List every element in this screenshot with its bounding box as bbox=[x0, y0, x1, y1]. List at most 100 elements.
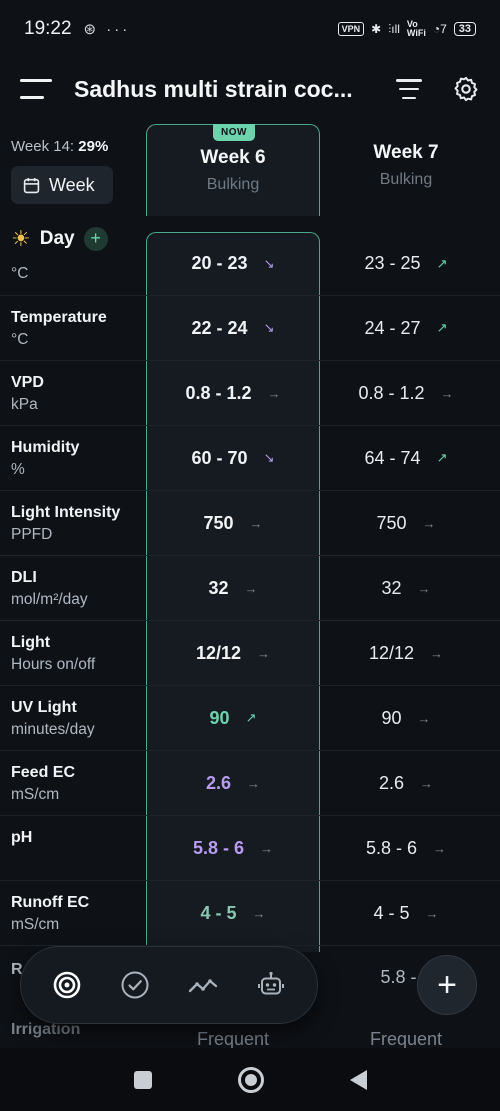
target-icon bbox=[53, 971, 81, 999]
row-unit: °C bbox=[11, 331, 29, 348]
arrow-right-icon: → bbox=[252, 905, 266, 921]
table-row[interactable]: UV Light minutes/day 90 ↗ 90 → bbox=[0, 686, 500, 751]
cell-value: 12/12 bbox=[195, 642, 242, 663]
parameter-table: °C 20 - 23 ↘ 23 - 25 ↗ Temperature °C 22 - … bbox=[0, 232, 500, 946]
arrow-right-icon: → bbox=[244, 580, 258, 596]
column-week-current[interactable]: NOW Week 6 Bulking bbox=[146, 124, 320, 216]
cell-value: 750 bbox=[376, 512, 407, 533]
row-label: UV Light bbox=[11, 699, 77, 716]
cell-value: 64 - 74 bbox=[364, 447, 421, 468]
arrow-right-icon: → bbox=[417, 580, 431, 596]
table-row[interactable]: Light Hours on/off 12/12 → 12/12 → bbox=[0, 621, 500, 686]
week-overview: Week 14: 29% Week bbox=[0, 128, 146, 216]
row-unit: minutes/day bbox=[11, 721, 95, 738]
cell-value: 90 bbox=[209, 707, 230, 728]
week-chip-label: Week bbox=[49, 174, 95, 195]
arrow-down-icon: ↘ bbox=[263, 255, 275, 271]
now-badge: NOW bbox=[213, 124, 255, 141]
arrow-right-icon: → bbox=[257, 645, 271, 661]
table-row[interactable]: Temperature °C 22 - 24 ↘ 24 - 27 ↗ bbox=[0, 296, 500, 361]
table-row[interactable]: DLI mol/m²/day 32 → 32 → bbox=[0, 556, 500, 621]
row-unit: mS/cm bbox=[11, 786, 60, 803]
cell-value: 90 bbox=[381, 707, 402, 728]
nav-assistant-button[interactable] bbox=[248, 962, 294, 1008]
table-row[interactable]: pH 5.8 - 6 → 5.8 - 6 → bbox=[0, 816, 500, 881]
back-icon[interactable] bbox=[349, 1069, 367, 1090]
robot-icon bbox=[258, 971, 284, 995]
column-week-next[interactable]: Week 7 Bulking bbox=[320, 128, 492, 220]
nav-tasks-button[interactable] bbox=[112, 962, 158, 1008]
row-label: DLI bbox=[11, 569, 37, 586]
row-label: Humidity bbox=[11, 439, 80, 456]
week-view-button[interactable]: Week bbox=[11, 166, 113, 204]
arrow-right-icon: → bbox=[425, 905, 439, 921]
cell-value: 2.6 bbox=[205, 772, 232, 793]
arrow-right-icon: → bbox=[260, 840, 274, 856]
week-progress: Week 14: 29% bbox=[11, 138, 109, 155]
cell-value: 4 - 5 bbox=[373, 902, 410, 923]
table-row[interactable]: Light Intensity PPFD 750 → 750 → bbox=[0, 491, 500, 556]
status-bar: 19:22 ⊛ ··· VPN ✱ ⫶ıll Vo WiFi ◔7 33 bbox=[0, 0, 500, 58]
vpn-icon: VPN bbox=[337, 22, 365, 36]
arrow-right-icon: → bbox=[247, 775, 261, 791]
cell-value: 2.6 bbox=[378, 772, 405, 793]
row-unit: PPFD bbox=[11, 526, 53, 543]
arrow-right-icon: → bbox=[249, 515, 263, 531]
arrow-down-icon: ↘ bbox=[263, 320, 275, 335]
arrow-up-icon: ↗ bbox=[436, 450, 448, 465]
gear-icon[interactable] bbox=[452, 75, 480, 103]
filter-icon[interactable] bbox=[396, 79, 422, 99]
arrow-up-icon: ↗ bbox=[245, 710, 257, 725]
row-label: Runoff EC bbox=[11, 894, 90, 911]
plus-icon: + bbox=[437, 966, 457, 1004]
page-title: Sadhus multi strain coc... bbox=[74, 75, 353, 102]
week-phase: Bulking bbox=[379, 171, 433, 188]
cell-value: 24 - 27 bbox=[364, 317, 421, 338]
row-label: Feed EC bbox=[11, 764, 76, 781]
row-label: Light bbox=[11, 634, 51, 651]
arrow-down-icon: ↘ bbox=[263, 450, 275, 465]
cell-value: Frequent bbox=[369, 1029, 443, 1048]
cell-value: 5.8 - 6 bbox=[192, 837, 245, 858]
add-day-button[interactable]: + bbox=[83, 227, 108, 251]
line-chart-icon bbox=[188, 979, 218, 993]
table-row[interactable]: Runoff EC mS/cm 4 - 5 → 4 - 5 → bbox=[0, 881, 500, 946]
bottom-navigation bbox=[20, 946, 318, 1024]
nav-target-button[interactable] bbox=[44, 962, 90, 1008]
row-unit: mS/cm bbox=[11, 916, 60, 933]
home-icon[interactable] bbox=[237, 1066, 264, 1093]
bluetooth-icon: ✱ bbox=[371, 22, 382, 36]
cell-value: 23 - 25 bbox=[364, 253, 421, 273]
nav-charts-button[interactable] bbox=[180, 962, 226, 1008]
cell-value: Frequent bbox=[196, 1029, 270, 1048]
row-label: Light Intensity bbox=[11, 504, 121, 521]
arrow-right-icon: → bbox=[267, 385, 281, 401]
arrow-right-icon: → bbox=[420, 775, 434, 791]
row-unit: kPa bbox=[11, 396, 38, 413]
check-circle-icon bbox=[121, 971, 149, 999]
table-row[interactable]: VPD kPa 0.8 - 1.2 → 0.8 - 1.2 → bbox=[0, 361, 500, 426]
cell-value: 60 - 70 bbox=[191, 447, 248, 468]
battery-icon: 33 bbox=[453, 22, 476, 36]
cell-value: 32 bbox=[208, 577, 229, 598]
table-row[interactable]: Feed EC mS/cm 2.6 → 2.6 → bbox=[0, 751, 500, 816]
cell-value: 12/12 bbox=[368, 642, 415, 663]
row-unit: °C bbox=[11, 265, 29, 282]
table-row[interactable]: Humidity% 60 - 70 ↘ 64 - 74 ↗ bbox=[0, 426, 500, 491]
section-day: ☀ Day + bbox=[0, 216, 146, 262]
cell-value: 32 bbox=[381, 577, 402, 598]
app-bar: Sadhus multi strain coc... bbox=[0, 58, 500, 120]
menu-icon[interactable] bbox=[20, 79, 52, 99]
add-button[interactable]: + bbox=[417, 955, 477, 1015]
row-unit: mol/m²/day bbox=[11, 591, 88, 608]
signal-icon: ⫶ıll bbox=[388, 21, 400, 36]
vowifi-icon: Vo WiFi bbox=[406, 19, 426, 38]
notification-icons: ⊛ ··· bbox=[83, 21, 131, 38]
row-label: Temperature bbox=[11, 309, 107, 326]
recents-icon[interactable] bbox=[133, 1070, 152, 1089]
section-label: Day bbox=[39, 228, 75, 249]
arrow-right-icon: → bbox=[440, 385, 454, 401]
arrow-right-icon: → bbox=[430, 645, 444, 661]
system-navigation-bar bbox=[0, 1048, 500, 1111]
cell-value: 22 - 24 bbox=[191, 317, 248, 338]
